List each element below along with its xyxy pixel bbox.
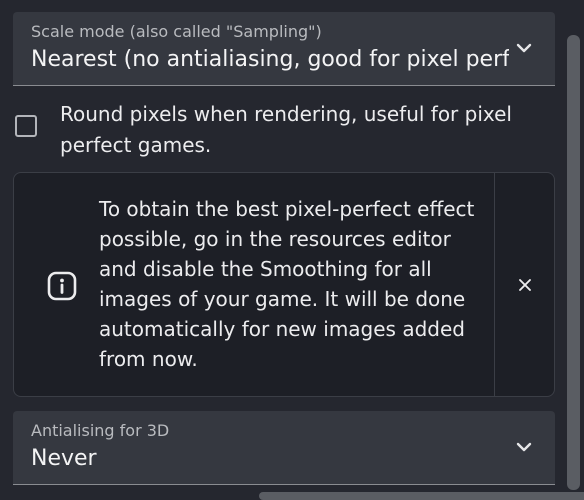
antialiasing-3d-value: Never [31, 446, 97, 471]
vertical-scrollbar[interactable] [562, 35, 584, 500]
chevron-down-icon[interactable] [515, 42, 533, 54]
alert-close-button[interactable] [495, 173, 554, 396]
antialiasing-3d-label: Antialising for 3D [31, 421, 170, 440]
alert-message: To obtain the best pixel-perfect effect … [99, 197, 475, 371]
round-pixels-label[interactable]: Round pixels when rendering, useful for … [60, 99, 530, 161]
round-pixels-option: Round pixels when rendering, useful for … [0, 95, 584, 161]
round-pixels-checkbox[interactable] [15, 115, 37, 137]
horizontal-scrollbar-thumb[interactable] [259, 492, 584, 500]
antialiasing-3d-select[interactable]: Antialising for 3D Never [13, 411, 555, 485]
scale-mode-value: Nearest (no antialiasing, good for pixel… [31, 47, 509, 72]
vertical-scrollbar-thumb[interactable] [567, 35, 580, 490]
close-icon[interactable] [518, 278, 532, 292]
scale-mode-select[interactable]: Scale mode (also called "Sampling") Near… [13, 12, 555, 86]
pixel-perfect-info-alert: To obtain the best pixel-perfect effect … [13, 172, 555, 397]
chevron-down-icon[interactable] [515, 441, 533, 453]
info-icon [47, 271, 77, 301]
scale-mode-label: Scale mode (also called "Sampling") [31, 22, 322, 41]
